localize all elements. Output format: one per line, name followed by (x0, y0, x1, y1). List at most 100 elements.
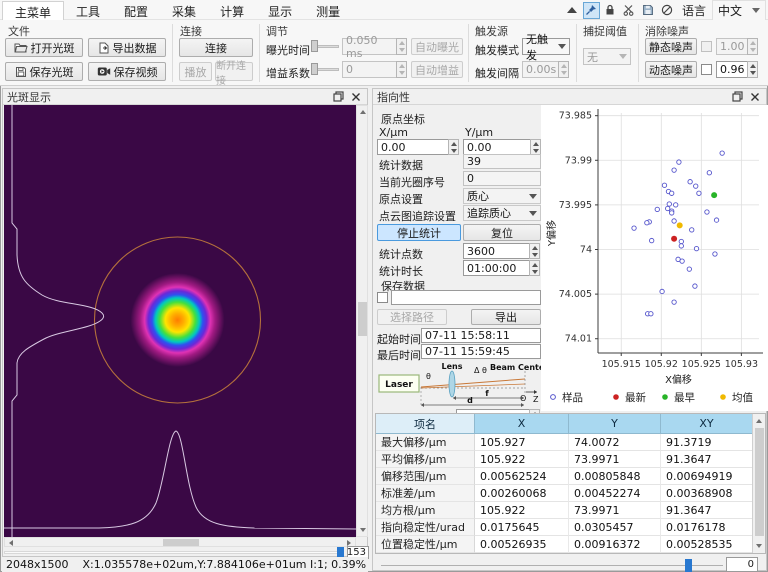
stop-statistics-button[interactable]: 停止统计 (377, 224, 461, 241)
beam-panel-title: 光斑显示 (7, 89, 51, 105)
exposure-value-field[interactable]: 0.050 ms (342, 38, 397, 55)
pin-icon[interactable] (583, 2, 600, 19)
language-select[interactable]: 中文 (712, 0, 766, 21)
table-vertical-scrollbar[interactable] (752, 414, 765, 553)
pointing-panel-titlebar: 指向性 (373, 89, 766, 105)
trigger-interval-spinner[interactable] (558, 61, 569, 78)
disconnect-button[interactable]: 断开连接 (215, 62, 253, 81)
bottom-slider-field[interactable]: 0 (726, 557, 758, 572)
beam-vertical-scrollbar[interactable] (356, 105, 368, 537)
menu-tab[interactable]: 配置 (112, 1, 160, 20)
exposure-slider[interactable] (311, 40, 339, 52)
table-cell-x: 0.00260068 (475, 485, 569, 502)
table-header-cell[interactable]: X (475, 414, 569, 434)
choose-path-button[interactable]: 选择路径 (377, 309, 447, 325)
table-header-cell[interactable]: 项名 (376, 414, 475, 434)
gain-value-field[interactable]: 0 (342, 61, 397, 78)
float-panel-icon[interactable] (331, 90, 345, 103)
save-path-field[interactable] (391, 290, 541, 305)
stats-points-spinner[interactable] (529, 243, 540, 259)
about-icon[interactable] (659, 2, 676, 19)
static-noise-spinner[interactable] (747, 38, 758, 55)
save-data-checkbox[interactable] (377, 292, 388, 303)
menu-tab[interactable]: 显示 (256, 1, 304, 20)
threshold-select[interactable]: 无 (583, 48, 631, 65)
save-video-button[interactable]: 保存视频 (88, 62, 166, 81)
status-bar: 2048x1500 X:1.035578e+02um,Y:7.884106e+0… (2, 557, 368, 572)
dynamic-noise-field[interactable]: 0.96 (716, 61, 748, 78)
menu-tab[interactable]: 测量 (304, 1, 352, 20)
gain-slider[interactable] (311, 63, 339, 75)
exposure-spinner[interactable] (396, 38, 407, 55)
menu-tab[interactable]: 工具 (64, 1, 112, 20)
table-cell-x: 105.922 (475, 502, 569, 519)
frame-slider-track[interactable] (4, 551, 344, 554)
start-time-field[interactable]: 07-11 15:58:11 (421, 328, 541, 343)
menu-tab[interactable]: 计算 (208, 1, 256, 20)
close-panel-icon[interactable] (349, 90, 363, 103)
menu-tab[interactable]: 主菜单 (2, 1, 64, 20)
dynamic-noise-button[interactable]: 动态噪声 (645, 61, 697, 78)
static-noise-checkbox[interactable] (701, 41, 712, 52)
menu-tab[interactable]: 采集 (160, 1, 208, 20)
connection-group-label: 连接 (180, 23, 202, 39)
legend-marker (613, 394, 619, 400)
origin-y-field[interactable]: 0.00 (463, 139, 531, 155)
float-panel-icon[interactable] (730, 90, 744, 103)
trace-setting-select[interactable]: 追踪质心 (463, 205, 541, 221)
origin-x-value: 0.00 (381, 141, 406, 154)
save-spot-button[interactable]: 保存光斑 (5, 62, 83, 81)
static-noise-button[interactable]: 静态噪声 (645, 38, 697, 55)
stats-points-field[interactable]: 3600 (463, 243, 530, 259)
dynamic-noise-checkbox[interactable] (701, 64, 712, 75)
legend-label: 最早 (674, 392, 695, 404)
origin-x-field[interactable]: 0.00 (377, 139, 449, 155)
save-icon[interactable] (640, 2, 657, 19)
bottom-slider-track[interactable] (381, 565, 723, 566)
threshold-group-label: 捕捉阈值 (583, 23, 627, 39)
open-spot-button[interactable]: 打开光斑 (5, 38, 83, 57)
origin-setting-select[interactable]: 质心 (463, 188, 541, 204)
y-tick-label: 73.99 (565, 155, 592, 166)
stats-duration-field[interactable]: 01:00:00 (463, 260, 530, 276)
end-time-field[interactable]: 07-11 15:59:45 (421, 344, 541, 359)
table-cell-xy: 0.00368908 (661, 485, 753, 502)
gain-label: 增益系数 (266, 65, 310, 81)
bottom-slider-thumb[interactable] (685, 559, 692, 572)
auto-exposure-button[interactable]: 自动曝光 (411, 38, 463, 55)
table-row: 最大偏移/μm105.92774.007291.3719 (376, 434, 753, 451)
connect-button[interactable]: 连接 (179, 38, 253, 57)
export-data-button[interactable]: 导出数据 (88, 38, 166, 57)
close-panel-icon[interactable] (748, 90, 762, 103)
stats-count-field: 39 (463, 154, 541, 169)
trigger-interval-field[interactable]: 0.00s (522, 61, 559, 78)
table-header-cell[interactable]: Y (569, 414, 661, 434)
table-cell-name: 平均偏移/μm (376, 451, 475, 468)
static-noise-value: 1.00 (720, 40, 745, 53)
sample-point (688, 179, 692, 183)
sample-point (662, 183, 666, 187)
play-button[interactable]: 播放 (179, 62, 212, 81)
gain-spinner[interactable] (396, 61, 407, 78)
trigger-mode-select[interactable]: 无触发 (522, 38, 570, 55)
static-noise-field[interactable]: 1.00 (716, 38, 748, 55)
origin-y-spinner[interactable] (530, 139, 541, 155)
beam-panel-titlebar: 光斑显示 (3, 89, 367, 105)
language-value: 中文 (718, 2, 742, 19)
beam-horizontal-scrollbar[interactable] (4, 537, 356, 547)
reset-button[interactable]: 复位 (463, 224, 541, 241)
collapse-ribbon-icon[interactable] (564, 2, 581, 19)
export-button[interactable]: 导出 (471, 309, 541, 325)
dynamic-noise-spinner[interactable] (747, 61, 758, 78)
scissors-icon[interactable] (621, 2, 638, 19)
lock-icon[interactable] (602, 2, 619, 19)
menu-tabs: 主菜单工具配置采集计算显示测量 (2, 1, 352, 20)
x-tick-label: 105.915 (602, 359, 641, 370)
table-header-cell[interactable]: XY (661, 414, 753, 434)
origin-x-spinner[interactable] (448, 139, 459, 155)
stats-duration-spinner[interactable] (529, 260, 540, 276)
start-time-label: 起始时间 (377, 331, 421, 347)
beam-image-canvas[interactable] (4, 105, 356, 537)
sample-point (632, 226, 636, 230)
auto-gain-button[interactable]: 自动增益 (411, 61, 463, 78)
